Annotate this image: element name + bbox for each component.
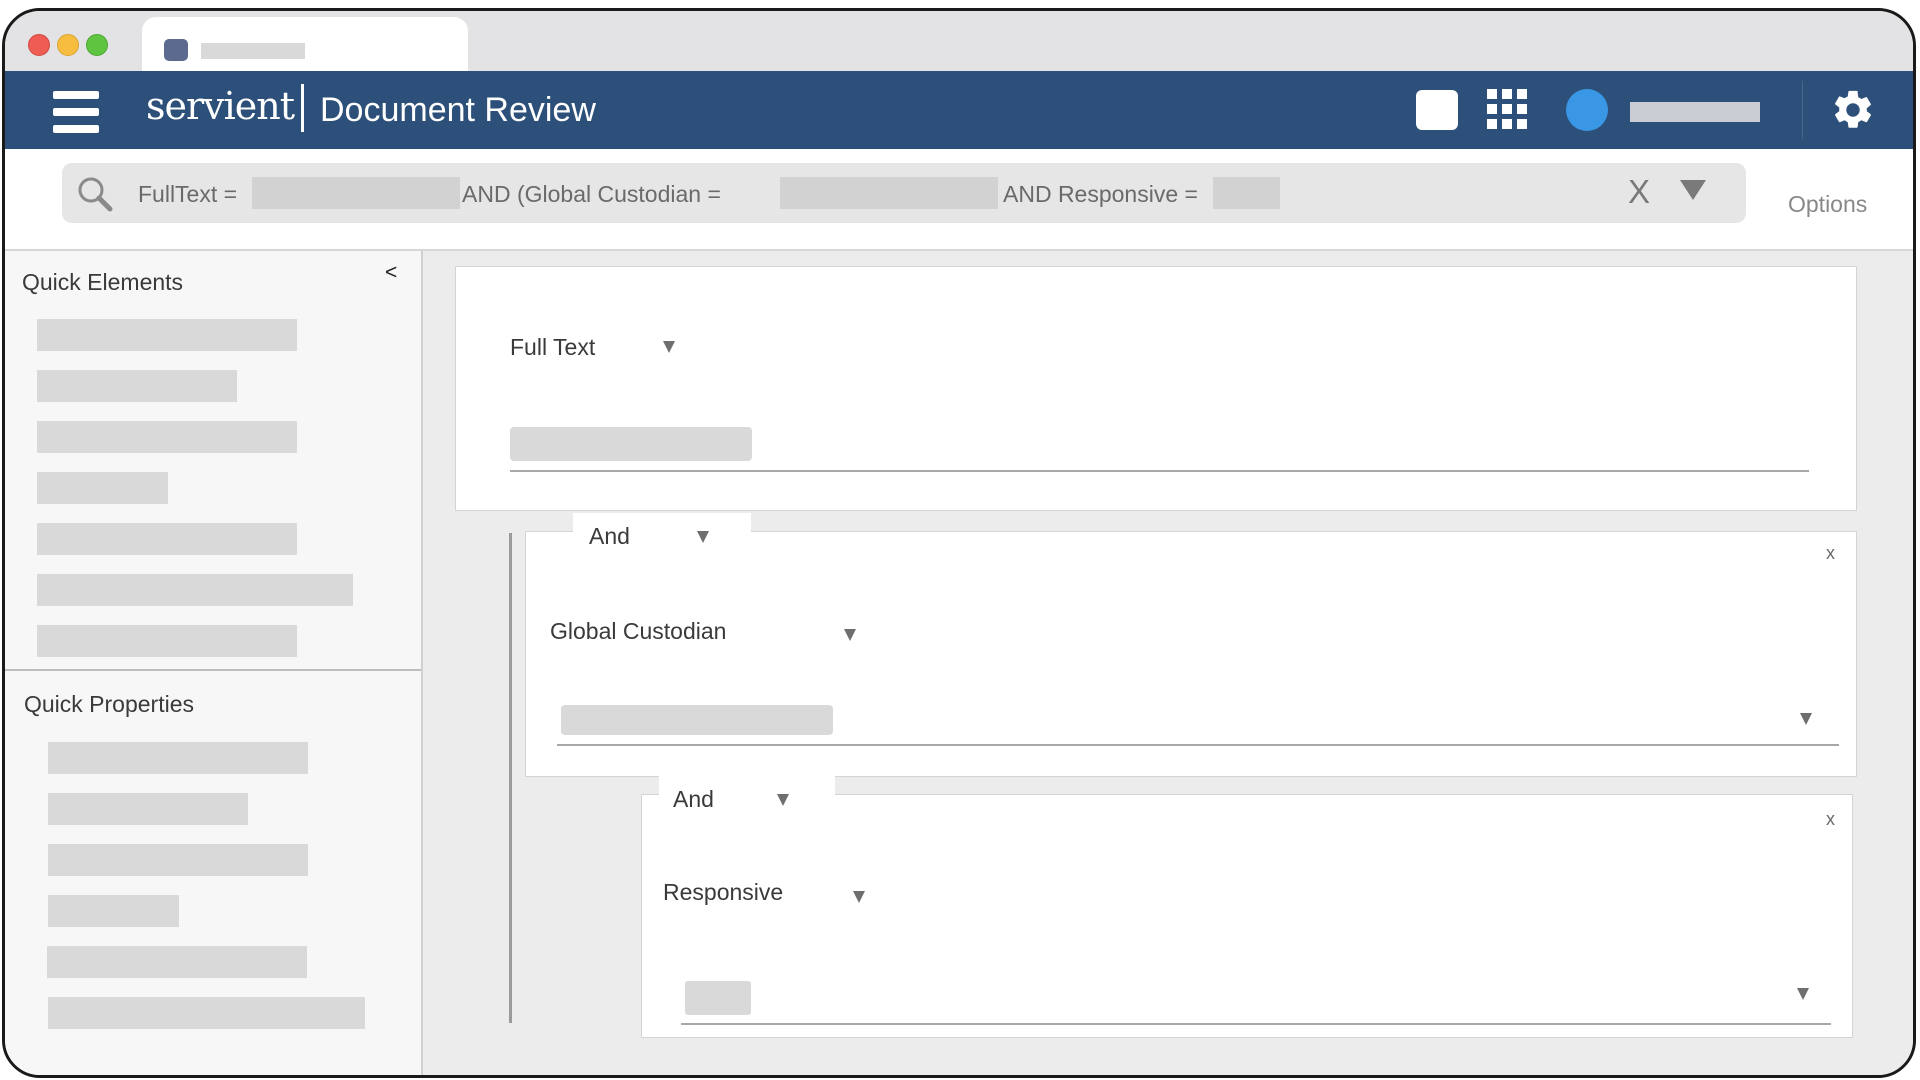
query-responsive-label: AND Responsive = [1003,181,1198,207]
query-fulltext-label: FullText = [138,181,238,207]
search-area: FullText = AND (Global Custodian = AND R… [5,149,1913,251]
apps-grid-icon[interactable] [1487,89,1527,129]
app-window: servient Document Review FullText = AND … [2,8,1916,1078]
field-select-label[interactable]: Global Custodian [550,618,726,645]
quick-element-item[interactable] [37,574,353,606]
responsive-value-select[interactable] [685,981,751,1015]
quick-element-item[interactable] [37,523,297,555]
chevron-down-icon[interactable] [1680,180,1706,200]
header-divider [301,84,304,132]
condition-block-custodian: Global Custodian x [525,531,1857,777]
quick-elements-title: Quick Elements [22,269,184,295]
header-separator [1802,81,1803,139]
page-title: Document Review [320,91,596,129]
chevron-down-icon[interactable] [663,341,675,353]
input-underline [557,744,1839,746]
close-window-button[interactable] [28,34,50,56]
query-custodian-label: AND (Global Custodian = [462,181,721,207]
sidebar-divider [5,669,421,671]
quick-element-item[interactable] [37,472,168,504]
quick-property-item[interactable] [48,895,179,927]
field-select-label[interactable]: Responsive [663,879,783,906]
operator-label: And [589,523,630,549]
chevron-down-icon[interactable] [1800,713,1812,725]
operator-label: And [673,786,714,812]
quick-properties-title: Quick Properties [24,691,195,717]
chevron-down-icon[interactable] [844,629,856,641]
chevron-down-icon[interactable] [697,531,709,543]
operator-select[interactable]: And [659,776,835,820]
quick-property-item[interactable] [47,946,307,978]
view-square-icon[interactable] [1416,90,1458,130]
collapse-sidebar-button[interactable]: < [385,261,397,285]
fulltext-value-input[interactable] [510,427,752,461]
avatar[interactable] [1566,89,1608,131]
menu-icon[interactable] [53,91,99,133]
quick-property-item[interactable] [48,742,308,774]
condition-block-responsive: Responsive x [641,794,1853,1038]
close-icon[interactable]: x [1826,543,1835,564]
chevron-down-icon[interactable] [777,794,789,806]
clear-search-button[interactable]: X [1628,173,1650,211]
close-icon[interactable]: x [1826,809,1835,830]
tab-title-placeholder [201,43,305,59]
maximize-window-button[interactable] [86,34,108,56]
field-select-label[interactable]: Full Text [510,334,595,361]
chevron-down-icon[interactable] [853,891,865,903]
app-header: servient Document Review [5,71,1913,149]
brand-logo[interactable]: servient [146,84,295,128]
quick-element-item[interactable] [37,319,297,351]
favicon-icon [164,39,188,61]
condition-block-fulltext: Full Text [455,266,1857,511]
query-fulltext-value[interactable] [252,177,460,209]
user-name-placeholder[interactable] [1630,102,1760,122]
browser-tab[interactable] [142,17,468,73]
search-query-bar[interactable]: FullText = AND (Global Custodian = AND R… [62,163,1746,223]
quick-element-item[interactable] [37,625,297,657]
quick-property-item[interactable] [48,793,248,825]
group-connector-line [509,533,512,1023]
options-button[interactable]: Options [1788,191,1867,218]
search-icon[interactable] [75,174,115,214]
query-custodian-value[interactable] [780,177,998,209]
query-responsive-value[interactable] [1213,177,1280,209]
minimize-window-button[interactable] [57,34,79,56]
quick-property-item[interactable] [48,997,365,1029]
operator-select[interactable]: And [573,513,751,557]
input-underline [510,470,1809,472]
quick-element-item[interactable] [37,370,237,402]
input-underline [681,1023,1831,1025]
sidebar: Quick Elements < Quick Properties [5,251,423,1075]
custodian-value-select[interactable] [561,705,833,735]
browser-titlebar [5,11,1913,73]
quick-element-item[interactable] [37,421,297,453]
query-builder: Full Text Global Custodian x And Respons… [423,251,1913,1075]
gear-icon[interactable] [1830,87,1876,133]
chevron-down-icon[interactable] [1797,988,1809,1000]
quick-property-item[interactable] [48,844,308,876]
